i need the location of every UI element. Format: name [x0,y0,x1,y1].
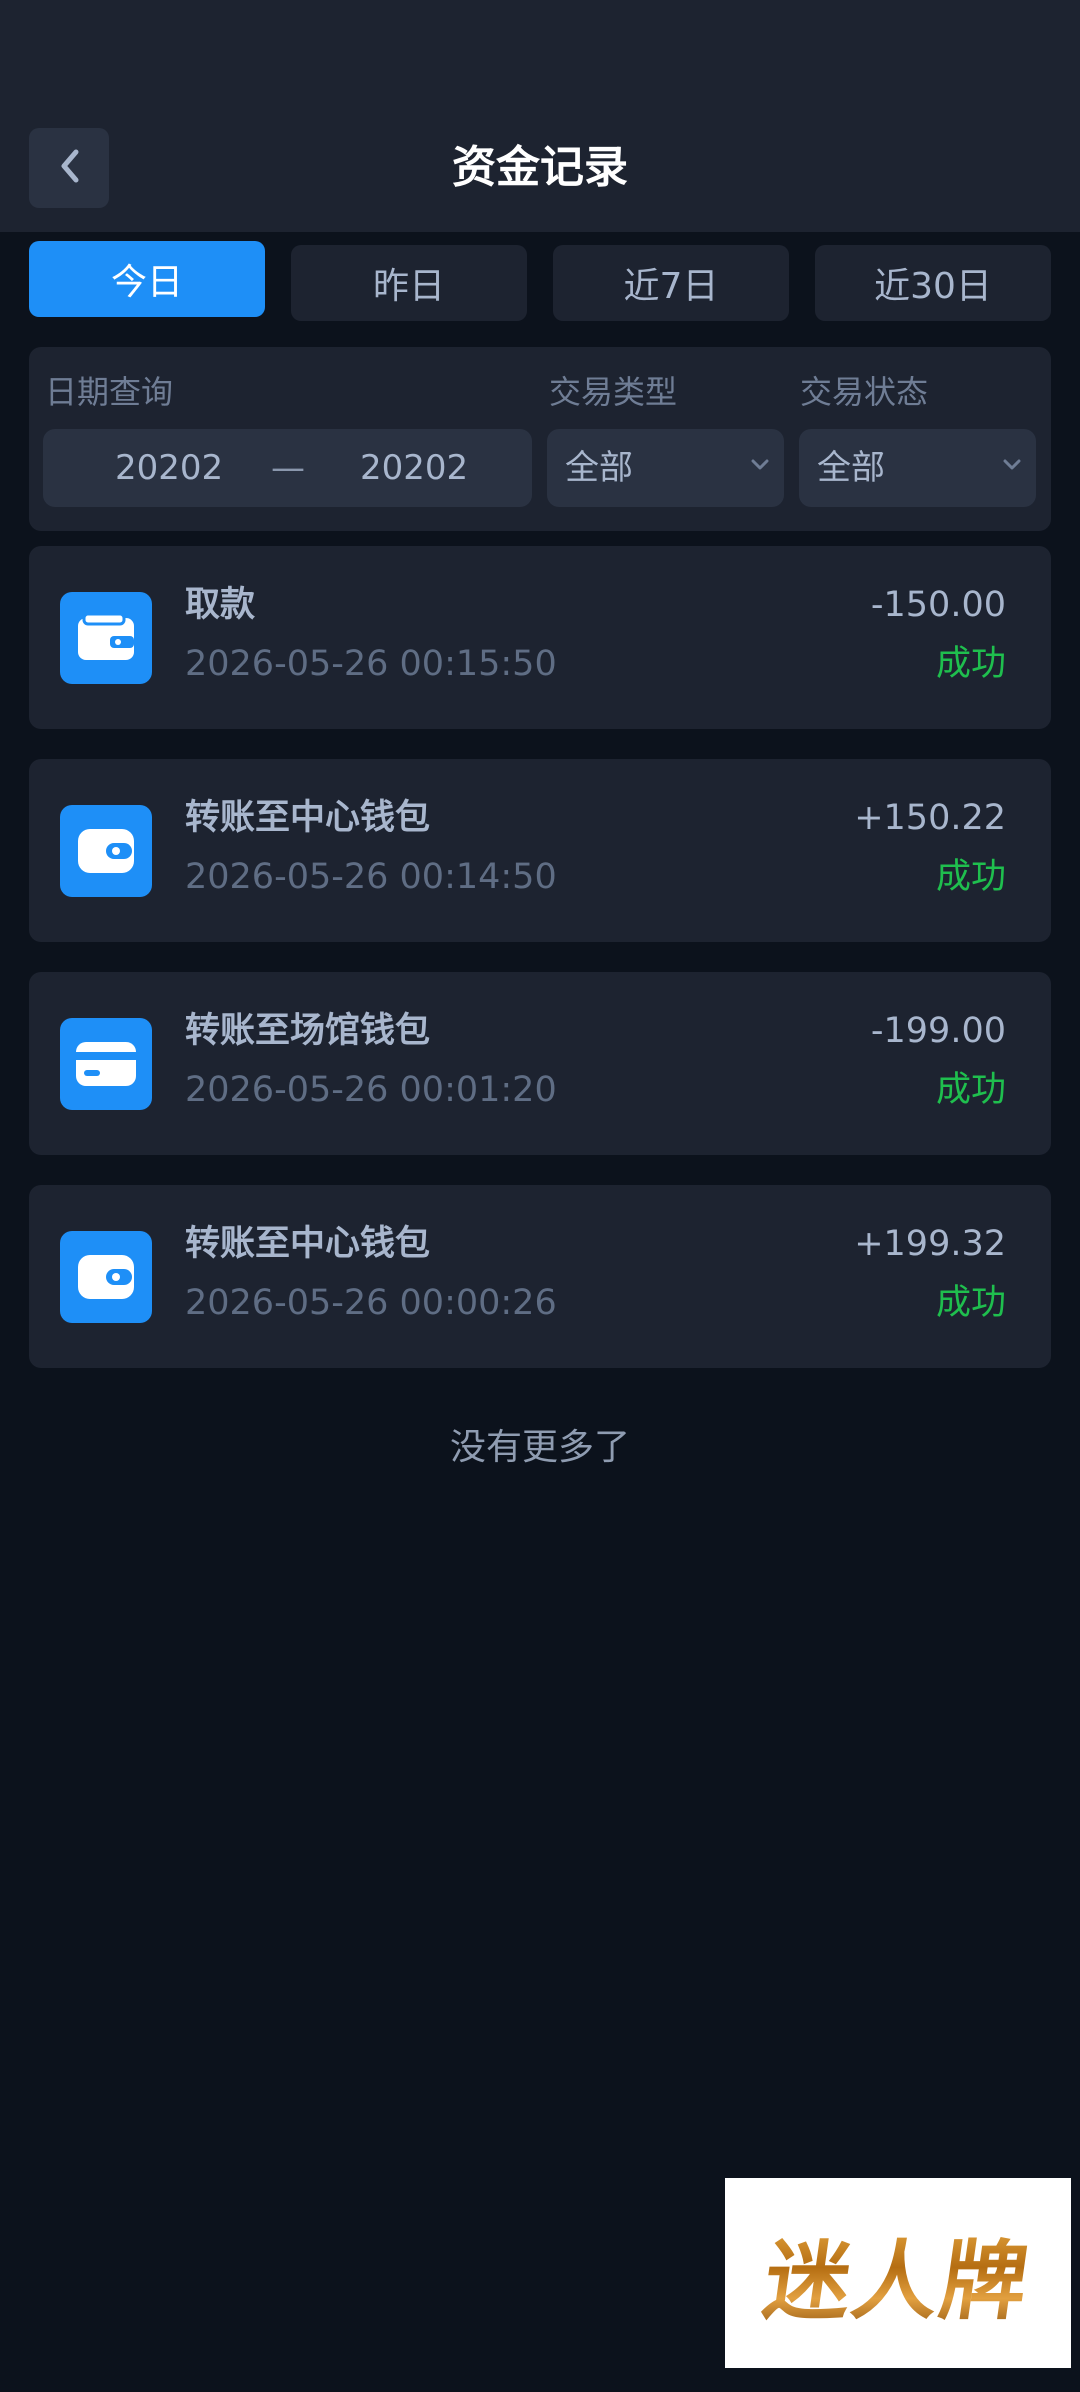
transaction-status-value: 全部 [817,448,885,488]
record-status: 成功 [935,644,1006,684]
tab-last-7-days[interactable]: 近7日 [553,245,789,321]
record-amount: +150.22 [854,798,1006,838]
record-title: 转账至场馆钱包 [185,1011,431,1051]
record-status: 成功 [935,1283,1006,1323]
header-bar: 资金记录 [0,0,1080,232]
date-end-value[interactable]: 20202 [360,443,468,493]
brand-watermark-text: 迷人牌 [757,2211,1039,2336]
record-status: 成功 [935,1070,1006,1110]
record-amount: -150.00 [870,585,1006,625]
date-range-picker[interactable]: 20202 — 20202 [43,429,532,507]
record-time: 2026-05-26 00:01:20 [185,1070,557,1110]
page-title: 资金记录 [452,142,628,193]
transaction-type-label: 交易类型 [549,373,678,411]
brand-watermark-logo: 迷人牌 [725,2178,1071,2368]
tab-last-30-days[interactable]: 近30日 [815,245,1051,321]
record-status: 成功 [935,857,1006,897]
record-time: 2026-05-26 00:15:50 [185,644,557,684]
transaction-type-select[interactable]: 全部 [547,429,784,507]
record-item[interactable]: 转账至中心钱包 2026-05-26 00:14:50 +150.22 成功 [29,759,1051,942]
transaction-type-value: 全部 [565,448,633,488]
record-item[interactable]: 取款 2026-05-26 00:15:50 -150.00 成功 [29,546,1051,729]
record-amount: -199.00 [870,1011,1006,1051]
filter-panel: 日期查询 交易类型 交易状态 20202 — 20202 全部 全部 [29,347,1051,531]
record-time: 2026-05-26 00:14:50 [185,857,557,897]
record-title: 转账至中心钱包 [185,1224,431,1264]
transaction-status-select[interactable]: 全部 [799,429,1036,507]
record-item[interactable]: 转账至场馆钱包 2026-05-26 00:01:20 -199.00 成功 [29,972,1051,1155]
wallet-icon [60,805,152,897]
date-query-label: 日期查询 [45,373,174,411]
card-icon [60,1018,152,1110]
date-range-tabs: 今日 昨日 近7日 近30日 [29,241,1051,321]
record-item[interactable]: 转账至中心钱包 2026-05-26 00:00:26 +199.32 成功 [29,1185,1051,1368]
record-title: 转账至中心钱包 [185,798,431,838]
tab-today[interactable]: 今日 [29,241,265,317]
wallet-icon [60,592,152,684]
no-more-text: 没有更多了 [449,1427,630,1468]
date-start-value[interactable]: 20202 [115,443,223,493]
transaction-status-label: 交易状态 [800,373,929,411]
tab-yesterday[interactable]: 昨日 [291,245,527,321]
funds-record-page: 资金记录 今日 昨日 近7日 近30日 日期查询 交易类型 交易状态 20202… [0,0,1080,2392]
record-amount: +199.32 [854,1224,1006,1264]
wallet-icon [60,1231,152,1323]
chevron-down-icon [1002,457,1022,476]
record-time: 2026-05-26 00:00:26 [185,1283,557,1323]
record-title: 取款 [185,585,256,625]
chevron-down-icon [750,457,770,476]
date-separator: — [271,448,305,488]
